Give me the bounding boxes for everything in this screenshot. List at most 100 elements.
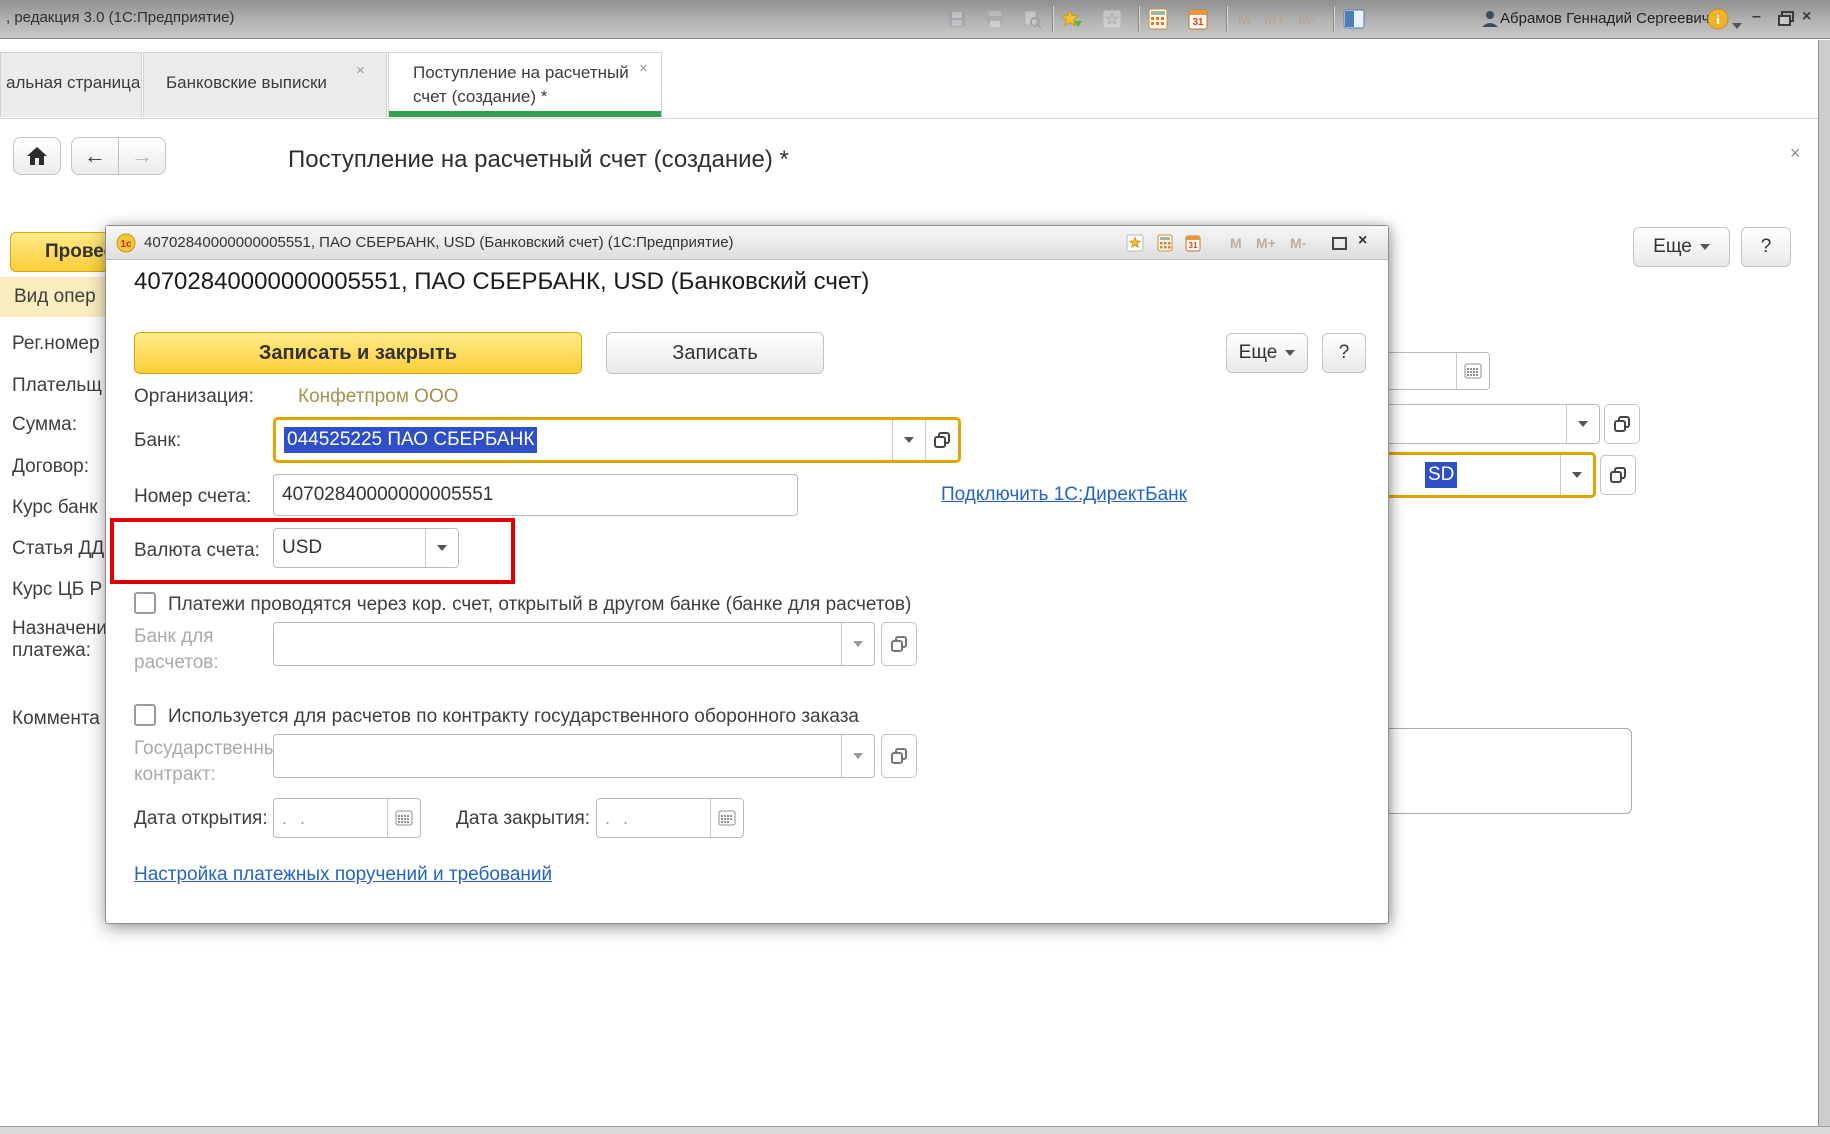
tab-receipt-label-line2: счет (создание) * xyxy=(413,87,547,107)
calendar-icon[interactable]: 31 xyxy=(1186,7,1210,31)
home-button[interactable] xyxy=(13,137,61,175)
corr-bank-field[interactable] xyxy=(273,622,875,666)
operation-type-row[interactable]: Вид опер xyxy=(0,277,110,317)
bg-label-amount: Сумма: xyxy=(12,414,77,436)
corr-account-checkbox[interactable] xyxy=(134,592,156,614)
payment-settings-link[interactable]: Настройка платежных поручений и требован… xyxy=(134,864,552,886)
bg-help-button[interactable]: ? xyxy=(1741,227,1791,267)
dialog-memory-recall[interactable]: M xyxy=(1230,235,1242,251)
svg-text:1с: 1с xyxy=(120,239,132,250)
save-and-close-button[interactable]: Записать и закрыть xyxy=(134,332,582,374)
dropdown-icon[interactable] xyxy=(841,735,874,777)
gov-contract-field[interactable] xyxy=(273,734,875,778)
memory-recall-button[interactable]: M xyxy=(1238,11,1251,28)
calendar-picker-icon[interactable] xyxy=(710,799,743,837)
window-titlebar: , редакция 3.0 (1С:Предприятие) 31 M M+ … xyxy=(0,0,1830,39)
info-icon[interactable]: i xyxy=(1706,7,1730,31)
svg-text:i: i xyxy=(1716,12,1720,27)
bg-label-cb-rate: Курс ЦБ Р xyxy=(12,579,102,601)
page-close-icon[interactable]: × xyxy=(1790,143,1801,164)
organization-value[interactable]: Конфетпром ООО xyxy=(298,386,459,408)
tab-home-label: альная страница xyxy=(6,73,140,93)
account-number-field[interactable]: 40702840000000005551 xyxy=(273,474,798,516)
tab-receipt-active[interactable]: Поступление на расчетный счет (создание)… xyxy=(388,52,662,117)
bg-label-bank-rate: Курс банк xyxy=(12,497,98,519)
info-dropdown-icon[interactable] xyxy=(1732,16,1742,34)
bg-label-purpose-line2: платежа: xyxy=(12,640,91,662)
bg-currency-selected-text: SD xyxy=(1425,462,1457,488)
bg-label-payer: Плательщ xyxy=(12,375,102,397)
dialog-favorites-icon[interactable] xyxy=(1124,233,1146,253)
memory-plus-button[interactable]: M+ xyxy=(1264,11,1285,28)
bg-payer-open-button[interactable] xyxy=(1604,404,1640,444)
corr-bank-open-button[interactable] xyxy=(881,622,917,666)
tab-bank-statements-label: Банковские выписки xyxy=(166,73,327,93)
dropdown-icon[interactable] xyxy=(1560,455,1593,495)
toolbar-separator xyxy=(1138,6,1139,32)
dialog-titlebar[interactable]: 1с 40702840000000005551, ПАО СБЕРБАНК, U… xyxy=(106,226,1388,260)
tab-close-icon[interactable]: × xyxy=(639,61,648,76)
toolbar-separator xyxy=(1052,6,1053,32)
forward-icon: → xyxy=(131,143,153,169)
bg-currency-open-button[interactable] xyxy=(1600,455,1636,495)
close-date-field[interactable]: . . xyxy=(596,798,744,838)
memory-minus-button[interactable]: M- xyxy=(1298,11,1316,28)
directbank-link[interactable]: Подключить 1С:ДиректБанк xyxy=(941,484,1187,506)
defense-contract-checkbox-label: Используется для расчетов по контракту г… xyxy=(168,706,859,728)
print-preview-icon[interactable] xyxy=(1020,7,1044,31)
window-bottom-border xyxy=(0,1126,1830,1134)
calendar-picker-icon[interactable] xyxy=(1456,353,1489,389)
operation-type-label: Вид опер xyxy=(14,286,96,308)
open-date-label: Дата открытия: xyxy=(134,808,268,830)
bank-selected-text: 044525225 ПАО СБЕРБАНК xyxy=(284,427,537,453)
gov-contract-open-button[interactable] xyxy=(881,734,917,778)
dialog-help-label: ? xyxy=(1339,342,1350,364)
add-favorite-icon[interactable] xyxy=(1060,7,1084,31)
dropdown-icon[interactable] xyxy=(892,420,925,460)
defense-contract-checkbox[interactable] xyxy=(134,704,156,726)
corr-account-checkbox-label: Платежи проводятся через кор. счет, откр… xyxy=(168,594,911,616)
dialog-calculator-icon[interactable] xyxy=(1154,233,1176,253)
dialog-close-button[interactable]: × xyxy=(1358,232,1367,250)
account-number-label: Номер счета: xyxy=(134,486,251,508)
dialog-memory-minus[interactable]: M- xyxy=(1290,235,1306,251)
active-tab-indicator xyxy=(389,111,661,117)
back-icon: ← xyxy=(84,143,106,169)
dialog-help-button[interactable]: ? xyxy=(1322,333,1366,373)
dialog-maximize-button[interactable] xyxy=(1328,233,1350,253)
restore-button[interactable] xyxy=(1774,7,1798,31)
dropdown-icon[interactable] xyxy=(841,623,874,665)
split-window-icon[interactable] xyxy=(1342,7,1366,31)
annotation-highlight-box xyxy=(110,518,515,584)
dialog-more-button[interactable]: Еще xyxy=(1226,333,1308,373)
1c-logo-icon: 1с xyxy=(116,233,136,258)
dialog-calendar-icon[interactable]: 31 xyxy=(1182,233,1204,253)
save-icon[interactable] xyxy=(945,7,969,31)
open-date-field[interactable]: . . xyxy=(273,798,421,838)
calculator-icon[interactable] xyxy=(1146,7,1170,31)
bg-more-button[interactable]: Еще xyxy=(1633,227,1730,267)
current-user-name[interactable]: Абрамов Геннадий Сергеевич xyxy=(1500,10,1710,27)
back-button[interactable]: ← xyxy=(71,137,119,175)
page-title: Поступление на расчетный счет (создание)… xyxy=(288,146,789,174)
calendar-picker-icon[interactable] xyxy=(387,799,420,837)
bank-field[interactable]: 044525225 ПАО СБЕРБАНК xyxy=(273,417,961,463)
dialog-memory-plus[interactable]: M+ xyxy=(1256,235,1276,251)
tab-home[interactable]: альная страница xyxy=(0,52,142,117)
open-icon[interactable] xyxy=(925,420,958,460)
minimize-button[interactable]: – xyxy=(1752,8,1761,26)
toolbar-separator xyxy=(1333,6,1334,32)
tab-close-icon[interactable]: × xyxy=(356,63,365,78)
gov-contract-label-line1: Государственный xyxy=(134,738,288,760)
forward-button[interactable]: → xyxy=(118,137,166,175)
tab-bank-statements[interactable]: Банковские выписки × xyxy=(143,52,387,117)
bank-label: Банк: xyxy=(134,430,181,452)
close-window-button[interactable]: × xyxy=(1802,8,1811,26)
save-label: Записать xyxy=(672,342,757,365)
dropdown-icon[interactable] xyxy=(1566,405,1599,443)
gov-contract-label-line2: контракт: xyxy=(134,764,216,786)
post-and-close-button[interactable]: Провес xyxy=(10,232,110,272)
favorites-icon[interactable] xyxy=(1100,7,1124,31)
save-button[interactable]: Записать xyxy=(606,332,824,374)
print-icon[interactable] xyxy=(983,7,1007,31)
